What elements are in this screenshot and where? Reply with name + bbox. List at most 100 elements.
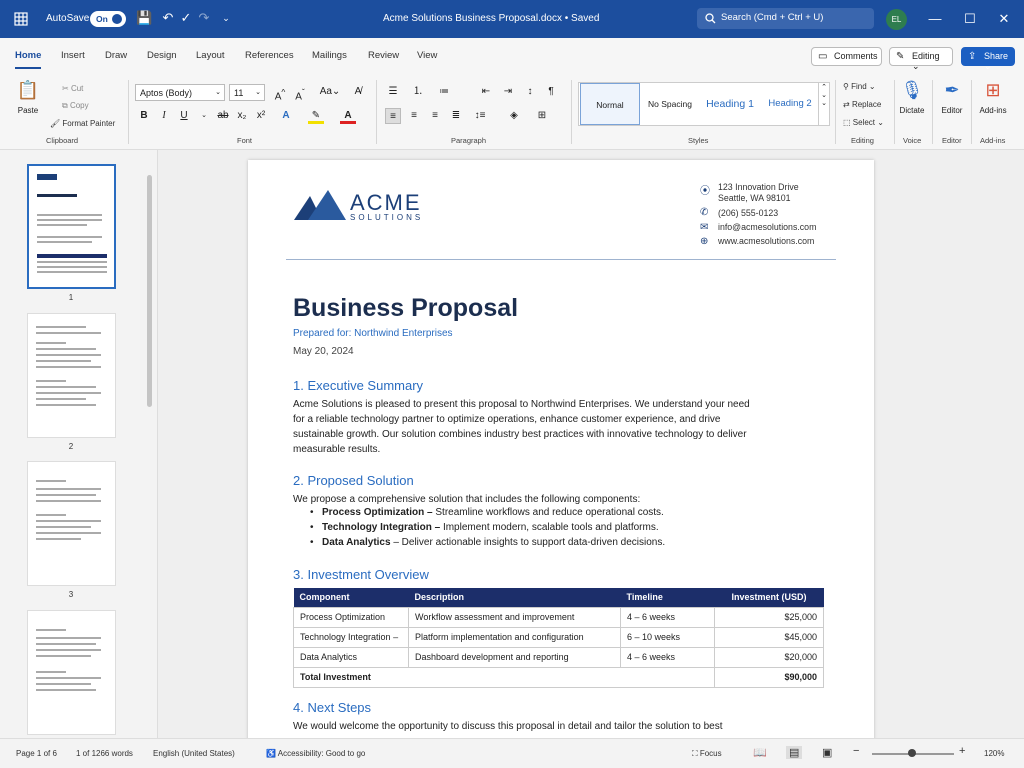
decrease-indent-icon[interactable]: ⇤ <box>478 84 494 100</box>
numbering-icon[interactable]: ⒈ <box>410 84 426 100</box>
highlight-icon[interactable]: ✎ <box>308 108 324 124</box>
comments-button[interactable]: ▭ Comments <box>811 47 882 66</box>
tab-insert[interactable]: Insert <box>61 50 85 61</box>
increase-indent-icon[interactable]: ⇥ <box>500 84 516 100</box>
find-button[interactable]: ⚲ Find ⌄ <box>843 82 876 91</box>
tab-design[interactable]: Design <box>147 50 177 61</box>
align-center-icon[interactable]: ≡ <box>406 108 422 124</box>
zoom-in-icon[interactable]: + <box>959 745 965 757</box>
format-painter-button[interactable]: 🖌 Format Painter <box>50 119 115 128</box>
style-no-spacing[interactable]: No Spacing <box>640 83 700 125</box>
tab-draw[interactable]: Draw <box>105 50 127 61</box>
investment-overview-heading: 3. Investment Overview <box>293 567 429 582</box>
line-spacing-icon[interactable]: ↕≡ <box>472 108 488 124</box>
page-thumbnail-1[interactable] <box>27 164 116 289</box>
zoom-level[interactable]: 120% <box>984 749 1004 758</box>
subscript-icon[interactable]: x₂ <box>234 108 250 124</box>
app-launcher-icon[interactable] <box>14 12 28 26</box>
document-title[interactable]: Acme Solutions Business Proposal.docx • … <box>383 13 599 24</box>
table-cell: $20,000 <box>714 646 824 668</box>
tab-review[interactable]: Review <box>368 50 399 61</box>
sort-icon[interactable]: ↕ <box>522 84 538 100</box>
zoom-slider-thumb[interactable] <box>908 749 916 757</box>
website: www.acmesolutions.com <box>718 236 815 246</box>
change-case-icon[interactable]: Aa⌄ <box>318 84 342 100</box>
tab-view[interactable]: View <box>417 50 437 61</box>
dictate-button[interactable]: 🎙 Dictate <box>894 80 930 115</box>
underline-dropdown-icon[interactable]: ⌄ <box>196 108 212 124</box>
redo-icon[interactable]: ↷ <box>196 10 212 26</box>
show-formatting-icon[interactable]: ¶ <box>543 84 559 100</box>
font-size-select[interactable]: 11 ⌄ <box>229 84 265 101</box>
table-cell: 4 – 6 weeks <box>620 646 715 668</box>
underline-icon[interactable]: U <box>176 108 192 124</box>
autosave-toggle[interactable]: On <box>90 11 126 27</box>
page-thumbnail-2[interactable] <box>27 313 116 438</box>
grow-font-icon[interactable]: A^ <box>272 84 288 102</box>
style-heading-2[interactable]: Heading 2 <box>760 83 820 125</box>
add-ins-button[interactable]: ⊞ Add-ins <box>975 80 1011 115</box>
editing-mode-button[interactable]: ✎ Editing ⌄ <box>889 47 953 71</box>
borders-icon[interactable]: ⊞ <box>534 108 550 124</box>
italic-icon[interactable]: I <box>156 108 172 124</box>
style-normal[interactable]: Normal <box>580 83 640 125</box>
maximize-icon[interactable]: ☐ <box>960 10 980 28</box>
next-steps-body: We would welcome the opportunity to disc… <box>293 721 723 732</box>
proposed-solution-heading: 2. Proposed Solution <box>293 473 414 488</box>
align-left-icon[interactable]: ≡ <box>385 108 401 124</box>
search-box[interactable]: Search (Cmd + Ctrl + U) <box>697 8 874 29</box>
tab-home[interactable]: Home <box>15 50 42 69</box>
text-effects-icon[interactable]: A <box>278 108 294 124</box>
minimize-icon[interactable]: — <box>925 10 945 28</box>
tab-layout[interactable]: Layout <box>196 50 225 61</box>
replace-button[interactable]: ⇄ Replace <box>843 100 881 109</box>
avatar[interactable]: EL <box>886 9 907 30</box>
table-header: Investment (USD) <box>714 588 824 607</box>
address-line-1: 123 Innovation Drive <box>718 182 799 192</box>
copy-button[interactable]: ⧉ Copy <box>62 101 89 111</box>
focus-button[interactable]: ⛶ Focus <box>692 749 722 759</box>
multilevel-list-icon[interactable]: ≔ <box>436 84 452 100</box>
zoom-out-icon[interactable]: − <box>853 745 859 757</box>
document-page[interactable]: ACME SOLUTIONS ⦿ 123 Innovation Drive Se… <box>248 160 874 760</box>
prepared-for: Prepared for: Northwind Enterprises <box>293 328 453 339</box>
clear-formatting-icon[interactable]: A̸ <box>350 84 366 100</box>
select-button[interactable]: ⬚ Select ⌄ <box>843 118 884 127</box>
paste-button[interactable]: 📋 Paste <box>10 80 46 115</box>
font-color-icon[interactable]: A <box>340 108 356 124</box>
search-placeholder: Search (Cmd + Ctrl + U) <box>721 12 824 23</box>
word-count[interactable]: 1 of 1266 words <box>76 749 133 758</box>
nav-pane-scrollbar[interactable] <box>147 175 152 407</box>
font-name-select[interactable]: Aptos (Body) ⌄ <box>135 84 225 101</box>
bullets-icon[interactable]: ☰ <box>385 84 401 100</box>
styles-scroll[interactable]: ⌃ ⌄ ⌄ <box>818 82 830 126</box>
shrink-font-icon[interactable]: Aˇ <box>292 84 308 102</box>
check-icon[interactable]: ✓ <box>178 10 194 26</box>
page-thumbnail-4[interactable] <box>27 610 116 735</box>
web-layout-icon[interactable]: ▣ <box>822 746 832 759</box>
justify-icon[interactable]: ≣ <box>448 108 464 124</box>
shading-icon[interactable]: ◈ <box>506 108 522 124</box>
print-layout-icon[interactable]: ▤ <box>786 746 803 759</box>
tab-references[interactable]: References <box>245 50 294 61</box>
share-icon: ⇪ <box>968 51 977 62</box>
cut-button[interactable]: ✂ Cut <box>62 84 83 93</box>
close-icon[interactable]: ✕ <box>994 10 1014 28</box>
strikethrough-icon[interactable]: ab <box>215 108 231 124</box>
align-right-icon[interactable]: ≡ <box>427 108 443 124</box>
read-mode-icon[interactable]: 📖 <box>753 746 767 759</box>
undo-icon[interactable]: ↶ <box>160 10 176 26</box>
page-thumbnail-3[interactable] <box>27 461 116 586</box>
page-count[interactable]: Page 1 of 6 <box>16 749 57 758</box>
customize-toolbar-icon[interactable]: ⌄ <box>218 10 234 26</box>
table-row: Technology Integration – Platform implem… <box>293 626 824 648</box>
editor-button[interactable]: ✒ Editor <box>934 80 970 115</box>
superscript-icon[interactable]: x² <box>253 108 269 124</box>
accessibility-status[interactable]: ♿ Accessibility: Good to go <box>266 749 365 758</box>
tab-mailings[interactable]: Mailings <box>312 50 347 61</box>
save-icon[interactable]: 💾 <box>136 10 152 26</box>
style-heading-1[interactable]: Heading 1 <box>700 83 760 125</box>
language[interactable]: English (United States) <box>153 749 235 758</box>
bold-icon[interactable]: B <box>136 108 152 124</box>
share-button[interactable]: ⇪ Share ⌄ <box>961 47 1015 71</box>
